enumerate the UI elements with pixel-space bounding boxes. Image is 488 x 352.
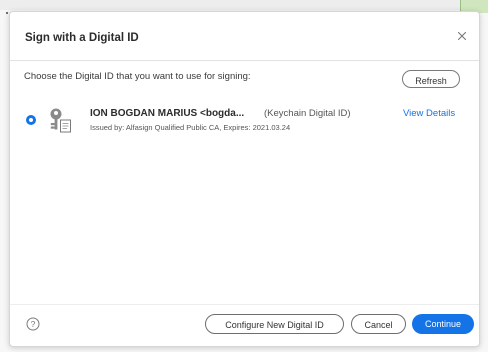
help-button[interactable]: ?	[26, 317, 40, 331]
digital-id-issuer-expiry: Issued by: Alfasign Qualified Public CA,…	[90, 123, 291, 132]
sign-digital-id-dialog: Sign with a Digital ID Choose the Digita…	[9, 11, 480, 347]
key-certificate-icon	[46, 106, 74, 134]
background-dot	[6, 12, 8, 14]
background-window-strip	[0, 0, 488, 10]
close-icon	[457, 31, 467, 41]
digital-id-radio-selected[interactable]	[26, 115, 36, 125]
svg-text:?: ?	[31, 319, 36, 329]
cancel-button[interactable]: Cancel	[351, 314, 406, 334]
dialog-title: Sign with a Digital ID	[25, 32, 139, 44]
screen: Sign with a Digital ID Choose the Digita…	[0, 0, 488, 352]
view-details-link[interactable]: View Details	[403, 108, 455, 119]
help-icon: ?	[26, 317, 40, 331]
digital-id-row[interactable]: ION BOGDAN MARIUS <bogda... (Keychain Di…	[10, 100, 479, 140]
close-button[interactable]	[454, 28, 470, 44]
header-divider	[10, 60, 479, 61]
digital-id-type: (Keychain Digital ID)	[264, 108, 351, 119]
configure-new-digital-id-button[interactable]: Configure New Digital ID	[205, 314, 344, 334]
footer-divider	[10, 304, 479, 305]
continue-button[interactable]: Continue	[412, 314, 474, 334]
digital-id-name: ION BOGDAN MARIUS <bogda...	[90, 108, 245, 119]
refresh-button[interactable]: Refresh	[402, 70, 460, 88]
instruction-text: Choose the Digital ID that you want to u…	[24, 71, 251, 82]
